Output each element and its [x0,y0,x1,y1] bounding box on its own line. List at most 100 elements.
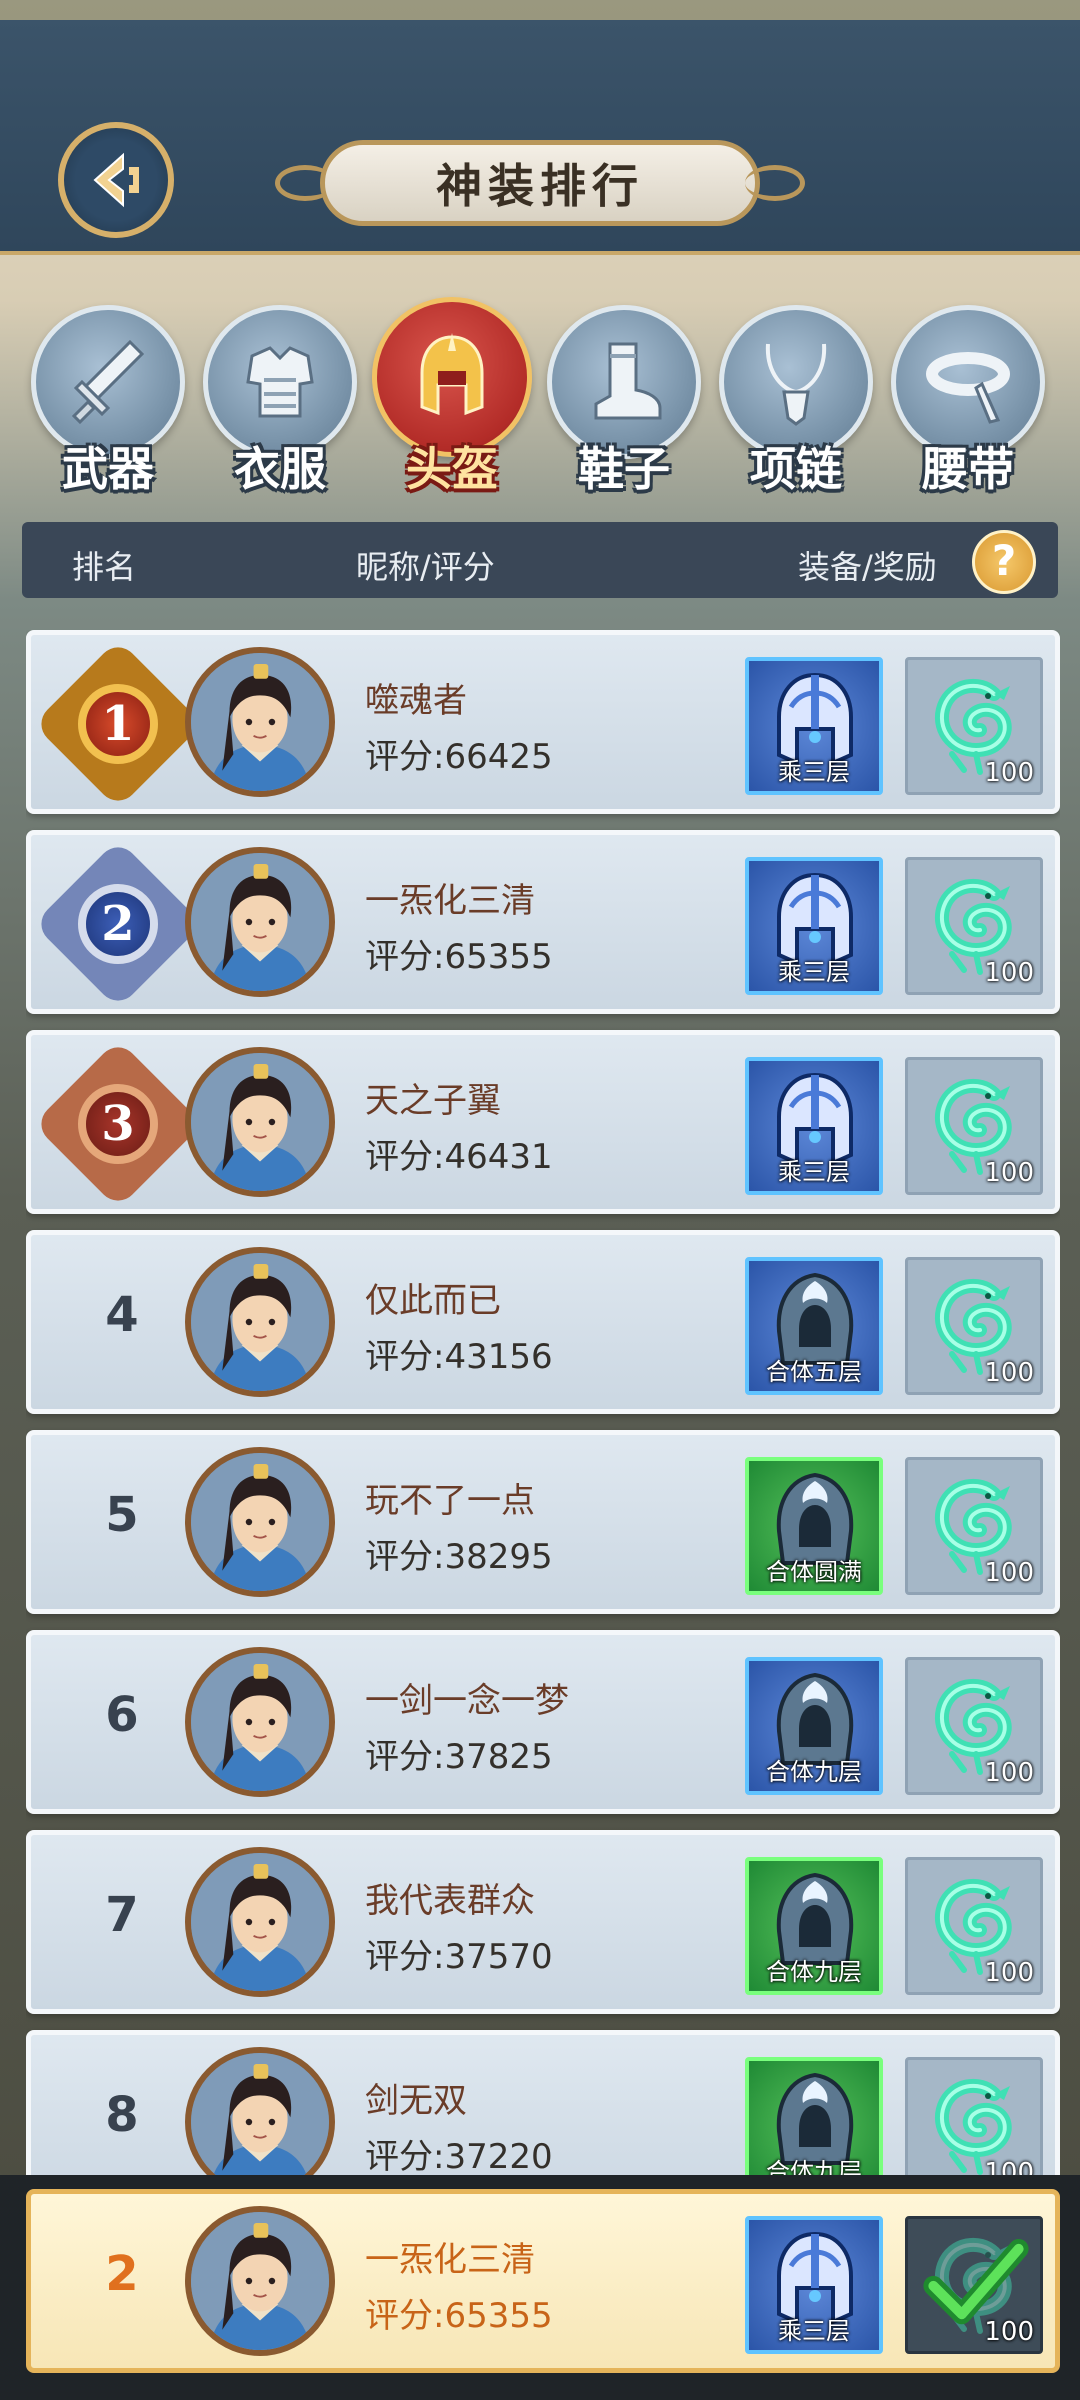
reward-quantity: 100 [984,2158,1034,2175]
bronze-medal-icon: 3 [33,1039,203,1209]
avatar[interactable] [185,1847,335,1997]
my-avatar[interactable] [185,2206,335,2356]
equipment-tier: 合体圆满 [766,1558,862,1586]
table-row: 7 我代表群众 评分:37570 合体九层 100 [26,1830,1060,2014]
col-equip-reward: 装备/奖励 [798,548,937,586]
avatar[interactable] [185,647,335,797]
tab-helmet[interactable]: 头盔 [372,297,532,496]
table-row: 6 一剑一念一梦 评分:37825 合体九层 100 [26,1630,1060,1814]
avatar[interactable] [185,847,335,997]
equipment-slot[interactable]: 合体圆满 [745,1457,883,1595]
table-row: 2 一炁化三清 评分:65355 乘三层 100 [26,830,1060,1014]
silver-medal-icon: 2 [33,839,203,1009]
boot-icon [594,342,662,420]
player-name[interactable]: 我代表群众 [365,1873,535,1922]
table-row: 3 天之子翼 评分:46431 乘三层 100 [26,1030,1060,1214]
table-row: 1 噬魂者 评分:66425 乘三层 100 [26,630,1060,814]
back-button[interactable] [58,122,174,238]
rank-number: 6 [105,1687,139,1743]
page-title: 神装排行 [320,140,760,226]
table-row: 4 仅此而已 评分:43156 合体五层 100 [26,1230,1060,1414]
player-name[interactable]: 剑无双 [365,2073,467,2122]
tab-label: 武器 [62,442,154,496]
tab-label: 头盔 [406,442,498,496]
tab-armor[interactable]: 衣服 [200,305,360,496]
equipment-slot[interactable]: 乘三层 [745,657,883,795]
my-player-name: 一炁化三清 [365,2240,535,2280]
reward-quantity: 100 [984,1958,1034,1988]
column-header: 排名 昵称/评分 装备/奖励 ? [22,522,1058,598]
equipment-tier: 合体九层 [766,1958,862,1986]
equipment-tier: 合体九层 [766,1758,862,1786]
tab-necklace[interactable]: 项链 [716,305,876,496]
avatar[interactable] [185,1447,335,1597]
avatar[interactable] [185,1047,335,1197]
player-score: 评分:38295 [365,1537,553,1577]
equipment-slot[interactable]: 乘三层 [745,857,883,995]
equipment-tier: 乘三层 [778,1158,850,1186]
rank-number: 4 [105,1287,139,1343]
table-row: 8 剑无双 评分:37220 合体九层 100 [26,2030,1060,2175]
player-score: 评分:46431 [365,1137,553,1177]
reward-quantity: 100 [984,958,1034,988]
reward-slot[interactable]: 100 [905,1057,1043,1195]
helmet-icon [420,333,484,416]
player-name[interactable]: 仅此而已 [365,1273,501,1322]
reward-slot[interactable]: 100 [905,657,1043,795]
armor-icon [246,346,314,418]
reward-quantity: 100 [984,1158,1034,1188]
gold-medal-icon: 1 [33,639,203,809]
player-name[interactable]: 一剑一念一梦 [365,1673,569,1722]
reward-quantity: 100 [984,1558,1034,1588]
equipment-slot[interactable]: 合体九层 [745,1657,883,1795]
my-rank-row: 2 一炁化三清 评分:65355 乘三层 100 [26,2189,1060,2373]
tab-label: 腰带 [922,442,1014,496]
avatar[interactable] [185,2047,335,2175]
sword-icon [71,339,145,425]
player-name[interactable]: 天之子翼 [365,1073,501,1122]
reward-quantity: 100 [984,1758,1034,1788]
equipment-tier: 乘三层 [778,2317,850,2345]
tab-shoes[interactable]: 鞋子 [544,305,704,496]
reward-slot[interactable]: 100 [905,2057,1043,2175]
my-equipment-slot[interactable]: 乘三层 [745,2216,883,2354]
reward-slot[interactable]: 100 [905,1857,1043,1995]
avatar[interactable] [185,1647,335,1797]
rank-number: 5 [105,1487,139,1543]
player-score: 评分:37570 [365,1937,553,1977]
player-name[interactable]: 一炁化三清 [365,873,535,922]
equipment-slot[interactable]: 乘三层 [745,1057,883,1195]
player-score: 评分:43156 [365,1337,553,1377]
reward-slot[interactable]: 100 [905,1257,1043,1395]
equipment-slot[interactable]: 合体五层 [745,1257,883,1395]
reward-slot[interactable]: 100 [905,1457,1043,1595]
back-arrow-icon [93,152,139,208]
help-button[interactable]: ? [972,530,1036,594]
player-name[interactable]: 玩不了一点 [365,1473,535,1522]
my-reward-slot[interactable]: 100 [905,2216,1043,2354]
table-row: 5 玩不了一点 评分:38295 合体圆满 100 [26,1430,1060,1614]
player-name[interactable]: 噬魂者 [365,673,467,722]
reward-slot[interactable]: 100 [905,857,1043,995]
equipment-tier: 乘三层 [778,958,850,986]
reward-slot[interactable]: 100 [905,1657,1043,1795]
necklace-icon [765,343,827,426]
title-ornament-right [745,165,805,201]
equipment-slot[interactable]: 合体九层 [745,2057,883,2175]
tab-label: 项链 [750,442,842,496]
player-score: 评分:66425 [365,737,553,777]
equipment-tier: 合体五层 [766,1358,862,1386]
header-top-strip [0,0,1080,20]
my-rank-bar: 2 一炁化三清 评分:65355 乘三层 100 [0,2175,1080,2400]
avatar[interactable] [185,1247,335,1397]
header-bar: 神装排行 [0,0,1080,255]
col-rank: 排名 [72,548,137,586]
tab-weapon[interactable]: 武器 [28,305,188,496]
tab-label: 衣服 [234,442,326,496]
reward-quantity: 100 [984,2317,1034,2347]
ranking-list[interactable]: 1 噬魂者 评分:66425 乘三层 100 2 一炁化三清 评分:65355 … [26,630,1060,2175]
equipment-tier: 乘三层 [778,758,850,786]
equipment-slot[interactable]: 合体九层 [745,1857,883,1995]
tab-belt[interactable]: 腰带 [888,305,1048,496]
col-name-score: 昵称/评分 [356,548,495,586]
